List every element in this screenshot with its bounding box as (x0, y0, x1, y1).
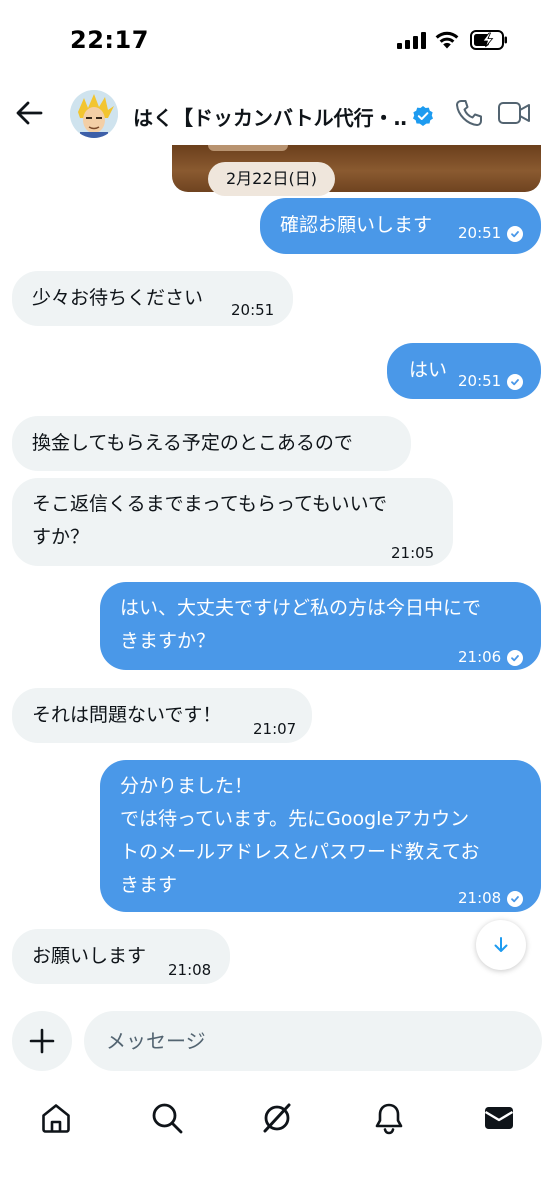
message-time: 21:08 (168, 961, 212, 979)
phone-icon[interactable] (454, 98, 484, 128)
message-input[interactable] (84, 1011, 542, 1071)
nav-search[interactable] (147, 1098, 187, 1138)
add-attachment-button[interactable] (12, 1011, 72, 1071)
search-icon (152, 1103, 183, 1134)
read-check-icon (507, 225, 524, 242)
message-text: 少々お待ちください (32, 287, 204, 309)
home-icon (42, 1104, 70, 1133)
contact-name[interactable]: はく【ドッカンバトル代行・… (133, 102, 407, 131)
cellular-signal-icon (397, 32, 426, 49)
plus-icon (29, 1028, 55, 1054)
read-check-icon (507, 373, 524, 390)
back-arrow-icon[interactable] (12, 96, 46, 130)
message-time: 21:08 (458, 889, 502, 907)
message-text: 換金してもらえる予定のとこあるので (32, 432, 353, 454)
grok-icon (263, 1103, 291, 1133)
message-time: 20:51 (458, 372, 502, 390)
message-text: はい (409, 359, 448, 381)
date-separator: 2月22日(日) (208, 162, 336, 196)
nav-messages[interactable] (479, 1098, 519, 1138)
message-time: 21:06 (458, 648, 502, 666)
message-time: 20:51 (458, 224, 502, 242)
sent-message[interactable]: 確認お願いします 20:51 (260, 198, 541, 254)
read-check-icon (507, 649, 524, 666)
message-time: 21:05 (391, 544, 435, 562)
avatar[interactable] (70, 90, 118, 138)
nav-home[interactable] (36, 1098, 76, 1138)
received-message[interactable]: それは問題ないです！ 21:07 (12, 688, 312, 743)
notifications-icon (375, 1103, 403, 1135)
bottom-navigation (0, 1090, 554, 1150)
message-text: それは問題ないです！ (32, 704, 222, 726)
arrow-down-icon (494, 937, 508, 952)
message-text: 分かりました！ では待っています。先にGoogleアカウン トのメールアドレスと… (120, 775, 480, 896)
message-text: そこ返信くるまでまってもらってもいいで すか？ (32, 493, 388, 548)
message-time: 20:51 (231, 301, 275, 319)
sent-message[interactable]: はい 20:51 (387, 343, 541, 399)
received-message[interactable]: 少々お待ちください 20:51 (12, 271, 293, 326)
nav-notifications[interactable] (369, 1098, 409, 1138)
message-text: 確認お願いします (280, 214, 433, 236)
conversation-header: はく【ドッカンバトル代行・… (0, 80, 554, 150)
scroll-to-bottom-button[interactable] (476, 920, 526, 970)
status-bar: 22:17 (0, 0, 554, 80)
message-text: お願いします (32, 945, 147, 967)
sent-message[interactable]: はい、大丈夫ですけど私の方は今日中にで きますか？ 21:06 (100, 582, 541, 670)
sent-message[interactable]: 分かりました！ では待っています。先にGoogleアカウン トのメールアドレスと… (100, 760, 541, 912)
received-message[interactable]: 換金してもらえる予定のとこあるので (12, 416, 411, 471)
read-check-icon (507, 890, 524, 907)
battery-charging-icon (470, 30, 507, 50)
avatar-image (70, 90, 118, 138)
video-call-icon[interactable] (497, 98, 531, 128)
verified-badge-icon (413, 106, 433, 126)
wifi-icon (435, 31, 459, 49)
received-message[interactable]: そこ返信くるまでまってもらってもいいで すか？ 21:05 (12, 478, 453, 566)
message-time: 21:07 (253, 720, 297, 738)
nav-grok[interactable] (257, 1098, 297, 1138)
message-thread[interactable]: 2月22日(日) 確認お願いします 20:51 少々お待ちください 20:51 … (0, 145, 554, 1000)
messages-icon (484, 1107, 514, 1129)
message-composer (0, 1005, 554, 1075)
message-text: はい、大丈夫ですけど私の方は今日中にで きますか？ (120, 597, 482, 652)
status-time: 22:17 (70, 26, 149, 54)
received-message[interactable]: お願いします 21:08 (12, 929, 230, 984)
